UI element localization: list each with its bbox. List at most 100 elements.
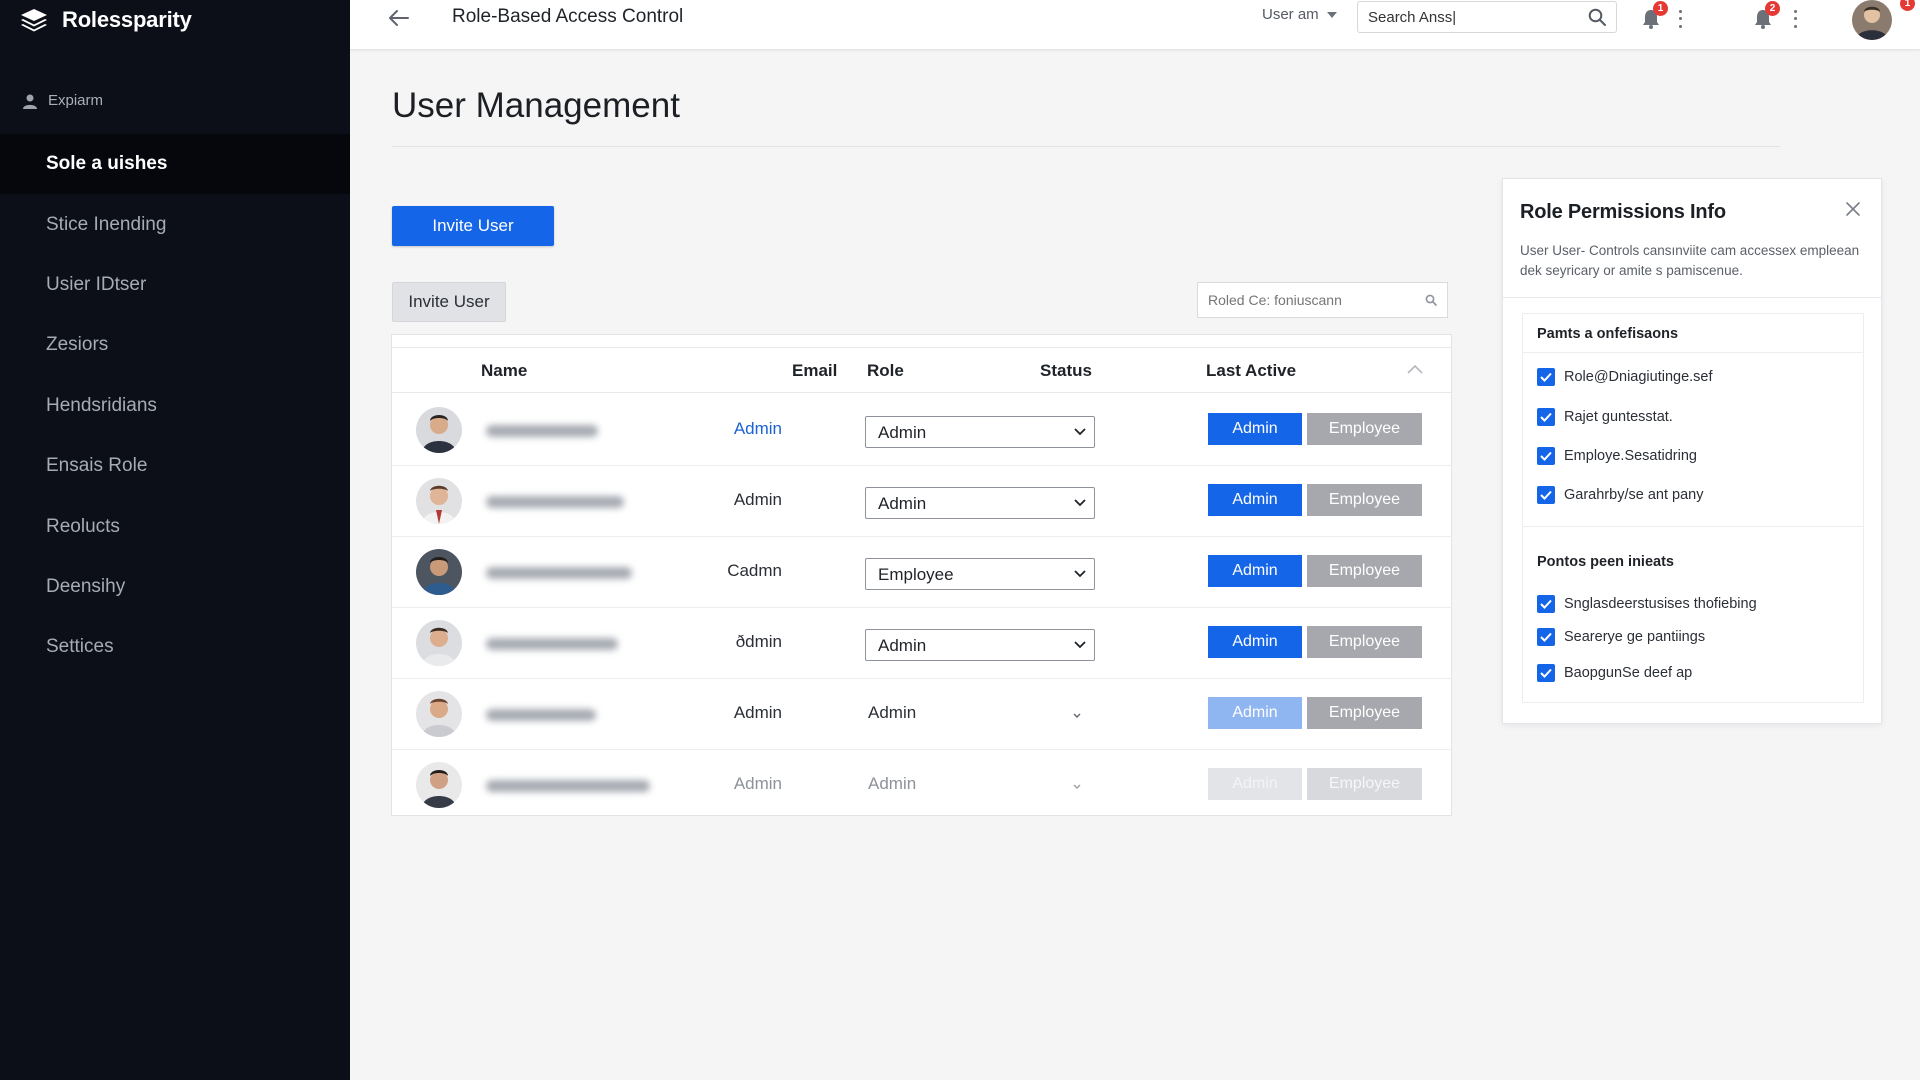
set-employee-button[interactable]: Employee (1307, 697, 1422, 729)
set-admin-button[interactable]: Admin (1208, 555, 1302, 587)
user-avatar[interactable] (1852, 0, 1892, 40)
search-icon[interactable] (1425, 294, 1437, 306)
user-email[interactable]: Admin (682, 419, 782, 439)
role-select[interactable]: Admin (865, 629, 1095, 661)
permission-label: Rajet guntesstat. (1564, 409, 1673, 425)
user-email: Admin (733, 703, 782, 722)
layers-logo-icon (21, 9, 47, 32)
user-icon (23, 94, 37, 109)
sidebar-item-zesiors[interactable]: Zesiors (0, 315, 350, 375)
permission-label: BaopgunSe deef ap (1564, 665, 1693, 681)
set-employee-button[interactable]: Employee (1307, 768, 1422, 800)
sidebar-item-reolucts[interactable]: Reolucts (0, 496, 350, 556)
checkbox-checked-icon[interactable] (1537, 368, 1555, 386)
user-menu-label: User am (1262, 6, 1319, 23)
checkbox-checked-icon[interactable] (1537, 408, 1555, 426)
avatar-badge: 1 (1900, 0, 1915, 11)
permission-item[interactable]: Garahrby/se ant pany (1537, 486, 1703, 504)
set-employee-button[interactable]: Employee (1307, 413, 1422, 445)
role-permissions-panel: Role Permissions Info User User- Control… (1502, 178, 1882, 724)
header-email[interactable]: Email (792, 361, 837, 381)
invite-user-secondary-button[interactable]: Invite User (392, 282, 506, 322)
avatar (416, 762, 462, 808)
sidebar-item-stice-inending[interactable]: Stice Inending (0, 194, 350, 254)
checkbox-checked-icon[interactable] (1537, 664, 1555, 682)
permission-item[interactable]: Snglasdeerstusises thofiebing (1537, 595, 1757, 613)
sidebar-item-deensihy[interactable]: Deensihy (0, 557, 350, 617)
permission-item[interactable]: BaopgunSe deef ap (1537, 664, 1692, 682)
caret-down-icon (1326, 11, 1337, 18)
set-admin-button[interactable]: Admin (1208, 413, 1302, 445)
set-admin-button[interactable]: Admin (1208, 626, 1302, 658)
back-button[interactable] (386, 6, 412, 30)
sidebar: Rolessparity Expiarm Sole a uishes Stice… (0, 0, 350, 1080)
notifications-button[interactable]: 1 (1637, 1, 1668, 32)
role-filter-input[interactable] (1208, 292, 1425, 308)
chevron-up-icon[interactable] (1406, 362, 1424, 376)
person-photo-icon (416, 549, 462, 595)
checkbox-checked-icon[interactable] (1537, 447, 1555, 465)
invite-user-button[interactable]: Invite User (392, 206, 554, 246)
more-dot-icon (1678, 17, 1682, 21)
header-role[interactable]: Role (867, 361, 904, 381)
sidebar-item-ensais-role[interactable]: Ensais Role (0, 436, 350, 496)
brand[interactable]: Rolessparity (20, 6, 192, 34)
role-select[interactable]: Admin (865, 416, 1095, 448)
more-dot-icon (1793, 17, 1797, 21)
set-employee-button[interactable]: Employee (1307, 484, 1422, 516)
top-title: Role-Based Access Control (452, 6, 684, 27)
table-row[interactable]: Admin Admin Admin Employee (392, 466, 1451, 537)
alerts-button[interactable]: 2 (1749, 1, 1780, 32)
permission-item[interactable]: Searerye ge pantiings (1537, 628, 1705, 646)
close-icon[interactable] (1845, 201, 1861, 217)
avatar-icon (1852, 0, 1892, 40)
alerts-badge: 2 (1765, 1, 1780, 16)
title-divider (392, 146, 1780, 147)
table-row[interactable]: Admin Admin Admin Employee (392, 750, 1451, 821)
table-row[interactable]: ðdmin Admin Admin Employee (392, 608, 1451, 679)
header-status[interactable]: Status (1040, 361, 1092, 381)
set-admin-button[interactable]: Admin (1208, 697, 1302, 729)
user-menu-dropdown[interactable]: User am (1262, 6, 1337, 23)
header-name[interactable]: Name (481, 361, 527, 381)
permission-item[interactable]: Employe.Sesatidring (1537, 447, 1697, 465)
sidebar-item-hendsridians[interactable]: Hendsridians (0, 376, 350, 436)
more-menu-button-2[interactable] (1790, 8, 1800, 30)
header-last-active[interactable]: Last Active (1206, 361, 1296, 381)
sidebar-section-label: Expiarm (22, 92, 103, 109)
set-admin-button[interactable]: Admin (1208, 484, 1302, 516)
permissions-list: Pamts a onfefisaons Role@Dniagiutinge.se… (1522, 313, 1864, 703)
permission-label: Snglasdeerstusises thofiebing (1564, 596, 1757, 612)
set-admin-button[interactable]: Admin (1208, 768, 1302, 800)
table-row[interactable]: Admin Admin Admin Employee (392, 679, 1451, 750)
set-employee-button[interactable]: Employee (1307, 626, 1422, 658)
role-select[interactable]: Admin (865, 487, 1095, 519)
role-select[interactable]: Employee (865, 558, 1095, 590)
table-row[interactable]: Cadmn Employee Admin Employee (392, 537, 1451, 608)
chevron-down-icon[interactable] (1072, 783, 1082, 791)
checkbox-checked-icon[interactable] (1537, 628, 1555, 646)
checkbox-checked-icon[interactable] (1537, 486, 1555, 504)
set-employee-button[interactable]: Employee (1307, 555, 1422, 587)
panel-title: Role Permissions Info (1520, 201, 1726, 223)
group-divider (1523, 352, 1863, 353)
chevron-down-icon[interactable] (1072, 712, 1082, 720)
sidebar-item-settices[interactable]: Settices (0, 617, 350, 677)
checkbox-checked-icon[interactable] (1537, 595, 1555, 613)
search-icon[interactable] (1588, 8, 1606, 26)
permission-item[interactable]: Role@Dniagiutinge.sef (1537, 368, 1713, 386)
user-email: Admin (733, 490, 782, 509)
more-menu-button[interactable] (1675, 8, 1685, 30)
role-value[interactable]: Admin (868, 703, 916, 723)
user-name-redacted (486, 638, 618, 650)
sidebar-item-sole-a-uishes[interactable]: Sole a uishes (0, 134, 350, 195)
user-name-redacted (486, 780, 650, 792)
role-value[interactable]: Admin (868, 774, 916, 794)
sidebar-item-usier-idtser[interactable]: Usier IDtser (0, 255, 350, 315)
search-input[interactable] (1368, 8, 1588, 26)
permission-item[interactable]: Rajet guntesstat. (1537, 408, 1673, 426)
table-row[interactable]: Admin Admin Admin Employee (392, 395, 1451, 466)
panel-description: User User- Controls cansınviite cam acce… (1520, 243, 1860, 278)
user-name-redacted (486, 425, 598, 437)
person-photo-icon (416, 407, 462, 453)
